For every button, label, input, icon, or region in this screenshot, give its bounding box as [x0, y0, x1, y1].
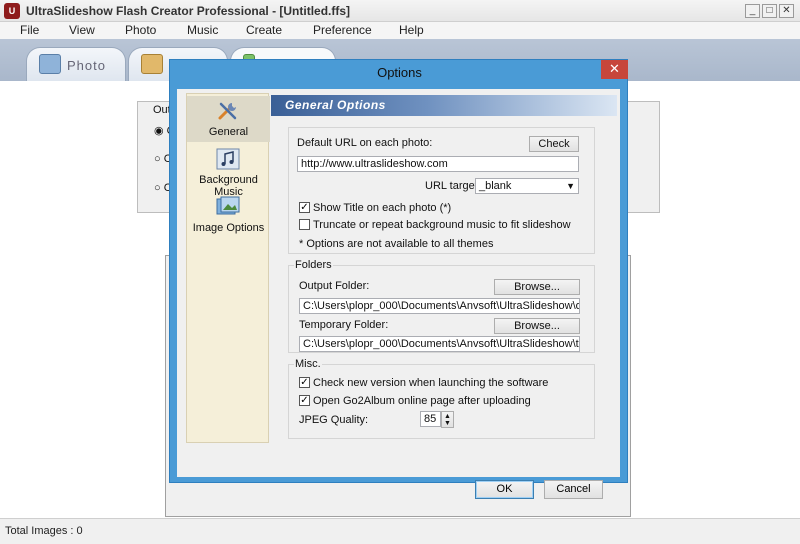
themes-note: * Options are not available to all theme…	[299, 238, 494, 250]
music-note-icon	[216, 148, 240, 170]
options-nav: General Background Music Image Options	[186, 93, 270, 443]
window-title: UltraSlideshow Flash Creator Professiona…	[26, 4, 351, 18]
url-target-value: _blank	[479, 180, 512, 192]
nav-image-options[interactable]: Image Options	[187, 192, 270, 238]
tab-photo-label: Photo	[67, 58, 106, 73]
default-url-label: Default URL on each photo:	[297, 137, 433, 149]
image-icon	[216, 196, 240, 215]
menu-create[interactable]: Create	[246, 23, 282, 37]
temp-folder-input[interactable]: C:\Users\plopr_000\Documents\Anvsoft\Ult…	[299, 336, 580, 352]
misc-group: ✓ Check new version when launching the s…	[288, 364, 595, 439]
app-logo-icon: U	[4, 3, 20, 19]
check-url-button[interactable]: Check	[529, 136, 579, 152]
general-options-pane: General Options Default URL on each phot…	[271, 95, 617, 443]
menu-photo[interactable]: Photo	[125, 23, 156, 37]
nav-background-music[interactable]: Background Music	[187, 144, 270, 198]
folders-group-label: Folders	[294, 259, 333, 271]
close-window-button[interactable]: ✕	[779, 4, 794, 18]
go2album-checkbox[interactable]: ✓	[299, 395, 310, 406]
nav-general-label: General	[208, 126, 249, 138]
output-browse-button[interactable]: Browse...	[494, 279, 580, 295]
folders-group: Output Folder: Browse... C:\Users\plopr_…	[288, 265, 595, 353]
dialog-close-button[interactable]: ✕	[601, 60, 628, 79]
check-version-label: Check new version when launching the sof…	[313, 377, 549, 389]
status-bar: Total Images : 0	[0, 518, 800, 544]
tools-icon	[218, 102, 237, 120]
default-url-input[interactable]: http://www.ultraslideshow.com	[297, 156, 579, 172]
options-dialog: Options ✕ General Background Music Image…	[169, 59, 628, 499]
menu-help[interactable]: Help	[399, 23, 424, 37]
ok-button[interactable]: OK	[475, 480, 534, 499]
jpeg-quality-stepper[interactable]: ▲ ▼	[441, 411, 454, 428]
output-folder-input[interactable]: C:\Users\plopr_000\Documents\Anvsoft\Ult…	[299, 298, 580, 314]
section-header-title: General Options	[285, 98, 386, 112]
menu-view[interactable]: View	[69, 23, 95, 37]
truncate-music-label: Truncate or repeat background music to f…	[313, 219, 571, 231]
general-group: Default URL on each photo: Check http://…	[288, 127, 595, 254]
misc-group-label: Misc.	[294, 358, 322, 370]
section-header-banner: General Options	[271, 95, 617, 116]
show-title-label: Show Title on each photo (*)	[313, 202, 452, 214]
nav-image-options-label: Image Options	[192, 222, 265, 234]
nav-general[interactable]: General	[187, 96, 270, 142]
cancel-button[interactable]: Cancel	[544, 480, 603, 499]
maximize-button[interactable]: □	[762, 4, 777, 18]
go2album-label: Open Go2Album online page after uploadin…	[313, 395, 531, 407]
truncate-music-checkbox[interactable]	[299, 219, 310, 230]
temp-browse-button[interactable]: Browse...	[494, 318, 580, 334]
menu-bar: File View Photo Music Create Preference …	[0, 22, 800, 39]
tab-photo[interactable]: Photo	[26, 47, 126, 81]
jpeg-quality-input[interactable]: 85	[420, 411, 441, 427]
show-title-checkbox[interactable]: ✓	[299, 202, 310, 213]
jpeg-quality-label: JPEG Quality:	[299, 414, 369, 426]
menu-file[interactable]: File	[20, 23, 39, 37]
window-titlebar: U UltraSlideshow Flash Creator Professio…	[0, 0, 800, 22]
minimize-button[interactable]: _	[745, 4, 760, 18]
photo-tab-icon	[39, 54, 61, 74]
url-target-select[interactable]: _blank ▼	[475, 178, 579, 194]
menu-music[interactable]: Music	[187, 23, 218, 37]
temp-folder-label: Temporary Folder:	[299, 319, 389, 331]
output-folder-label: Output Folder:	[299, 280, 370, 292]
total-images-status: Total Images : 0	[5, 525, 83, 537]
chevron-down-icon: ▼	[566, 181, 575, 191]
dialog-body: General Background Music Image Options G…	[177, 89, 620, 499]
menu-preference[interactable]: Preference	[313, 23, 372, 37]
url-target-label: URL target:	[425, 180, 481, 192]
theme-tab-icon	[141, 54, 163, 74]
check-version-checkbox[interactable]: ✓	[299, 377, 310, 388]
dialog-title: Options	[377, 65, 422, 80]
